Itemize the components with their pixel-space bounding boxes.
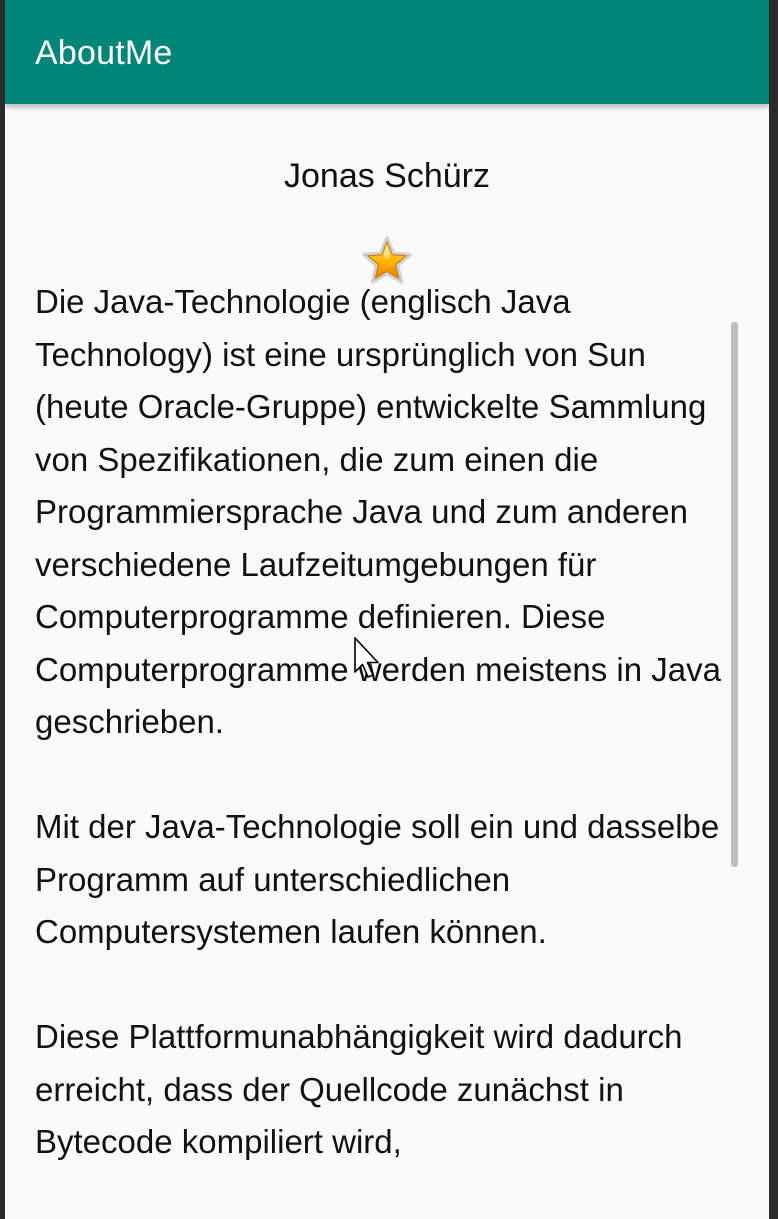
- profile-name: Jonas Schürz: [284, 157, 490, 195]
- device-bezel: [769, 0, 778, 1219]
- mouse-cursor-icon: [354, 637, 379, 678]
- bio-paragraph: Die Java-Technologie (englisch Java Tech…: [35, 283, 721, 740]
- bio-paragraph: Diese Plattformunabhängigkeit wird dadur…: [35, 1018, 683, 1160]
- bio-paragraph: Mit der Java-Technologie soll ein und da…: [35, 808, 720, 950]
- device-frame: AboutMe Jonas Schürz Die Java-Technologi…: [0, 0, 778, 1219]
- app-screen: AboutMe Jonas Schürz Die Java-Technologi…: [5, 0, 769, 1219]
- bio-text: Die Java-Technologie (englisch Java Tech…: [35, 276, 747, 1219]
- vertical-scrollbar[interactable]: [731, 322, 738, 867]
- app-title: AboutMe: [35, 34, 173, 72]
- app-bar: AboutMe: [5, 0, 769, 104]
